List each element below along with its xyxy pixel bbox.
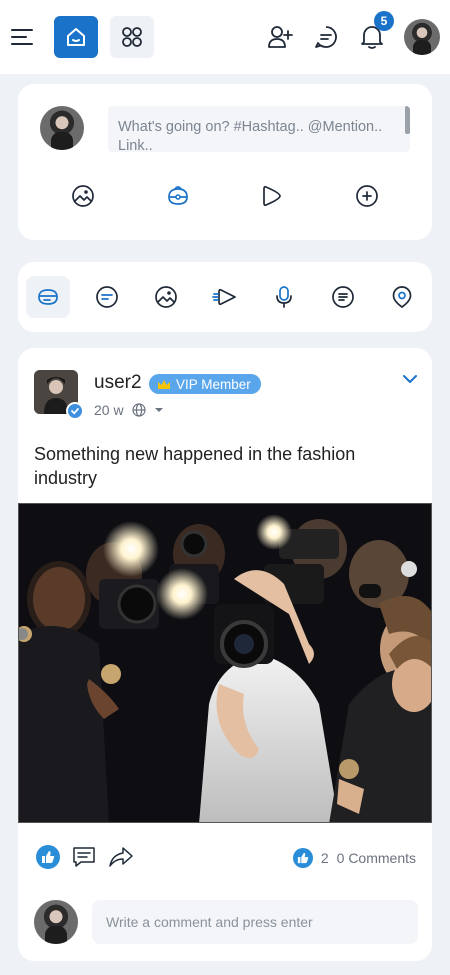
paparazzi-photo <box>19 504 431 822</box>
all-posts-icon <box>38 289 58 305</box>
input-scrollbar[interactable] <box>405 106 410 134</box>
post-stats: 2 0 Comments <box>292 848 416 868</box>
privacy-dropdown-icon[interactable] <box>154 406 164 414</box>
vip-member-badge: VIP Member <box>149 374 261 394</box>
location-pin-icon <box>392 286 412 309</box>
post-card: user2 VIP Member 20 w Something new happ… <box>18 348 432 961</box>
comments-count[interactable]: 0 Comments <box>337 850 416 866</box>
verified-badge-icon <box>66 402 84 420</box>
post-options-chevron-icon[interactable] <box>402 374 418 384</box>
likes-count[interactable]: 2 <box>321 850 329 866</box>
video-icon[interactable] <box>258 182 286 210</box>
post-text: Something new happened in the fashion in… <box>34 444 356 488</box>
post-author-avatar[interactable] <box>34 370 84 420</box>
messages-icon[interactable] <box>312 23 340 51</box>
filter-photos[interactable] <box>144 276 188 318</box>
grid-icon <box>122 27 142 47</box>
filter-audio[interactable] <box>262 276 306 318</box>
videos-icon <box>212 288 236 306</box>
post-meta: 20 w <box>94 402 164 418</box>
feed-filter-bar <box>18 262 432 332</box>
image-icon[interactable] <box>69 182 97 210</box>
comment-button[interactable] <box>72 846 96 868</box>
profile-avatar[interactable] <box>404 19 440 55</box>
add-friend-icon[interactable] <box>266 23 294 51</box>
crown-icon <box>158 379 170 389</box>
filter-files[interactable] <box>321 276 365 318</box>
comment-row: Write a comment and press enter <box>34 900 418 944</box>
text-posts-icon <box>96 286 118 308</box>
post-time[interactable]: 20 w <box>94 402 124 418</box>
comment-input-placeholder: Write a comment and press enter <box>106 914 313 930</box>
apps-button[interactable] <box>110 16 154 58</box>
globe-icon <box>131 403 146 417</box>
microphone-icon <box>276 286 292 308</box>
home-icon <box>67 28 85 46</box>
like-button[interactable] <box>36 845 60 869</box>
composer-avatar <box>40 106 84 150</box>
top-navigation-bar: 5 <box>0 0 450 74</box>
share-icon <box>109 847 133 867</box>
filter-places[interactable] <box>380 276 424 318</box>
filter-all-posts[interactable] <box>26 276 70 318</box>
post-actions <box>36 845 134 869</box>
comment-icon <box>73 847 95 867</box>
share-button[interactable] <box>108 846 134 868</box>
filter-videos[interactable] <box>203 276 247 318</box>
likes-count-icon <box>292 848 313 868</box>
notification-count-badge: 5 <box>374 11 394 31</box>
vip-badge-label: VIP Member <box>176 376 251 392</box>
more-icon[interactable] <box>353 182 381 210</box>
files-icon <box>332 286 354 308</box>
composer-actions <box>18 182 432 210</box>
commenter-avatar <box>34 900 78 944</box>
post-composer: What's going on? #Hashtag.. @Mention.. L… <box>18 84 432 240</box>
home-button[interactable] <box>54 16 98 58</box>
post-author-name[interactable]: user2 <box>94 372 142 394</box>
feeling-icon[interactable] <box>164 182 192 210</box>
post-input[interactable]: What's going on? #Hashtag.. @Mention.. L… <box>108 106 410 152</box>
comment-input[interactable]: Write a comment and press enter <box>92 900 418 944</box>
post-image[interactable] <box>18 503 432 823</box>
photos-icon <box>155 286 177 308</box>
hamburger-menu-icon[interactable] <box>10 25 34 49</box>
notifications-button[interactable]: 5 <box>358 11 394 51</box>
thumbs-up-icon <box>42 851 55 863</box>
post-input-placeholder: What's going on? #Hashtag.. @Mention.. L… <box>118 119 383 152</box>
filter-text-posts[interactable] <box>85 276 129 318</box>
